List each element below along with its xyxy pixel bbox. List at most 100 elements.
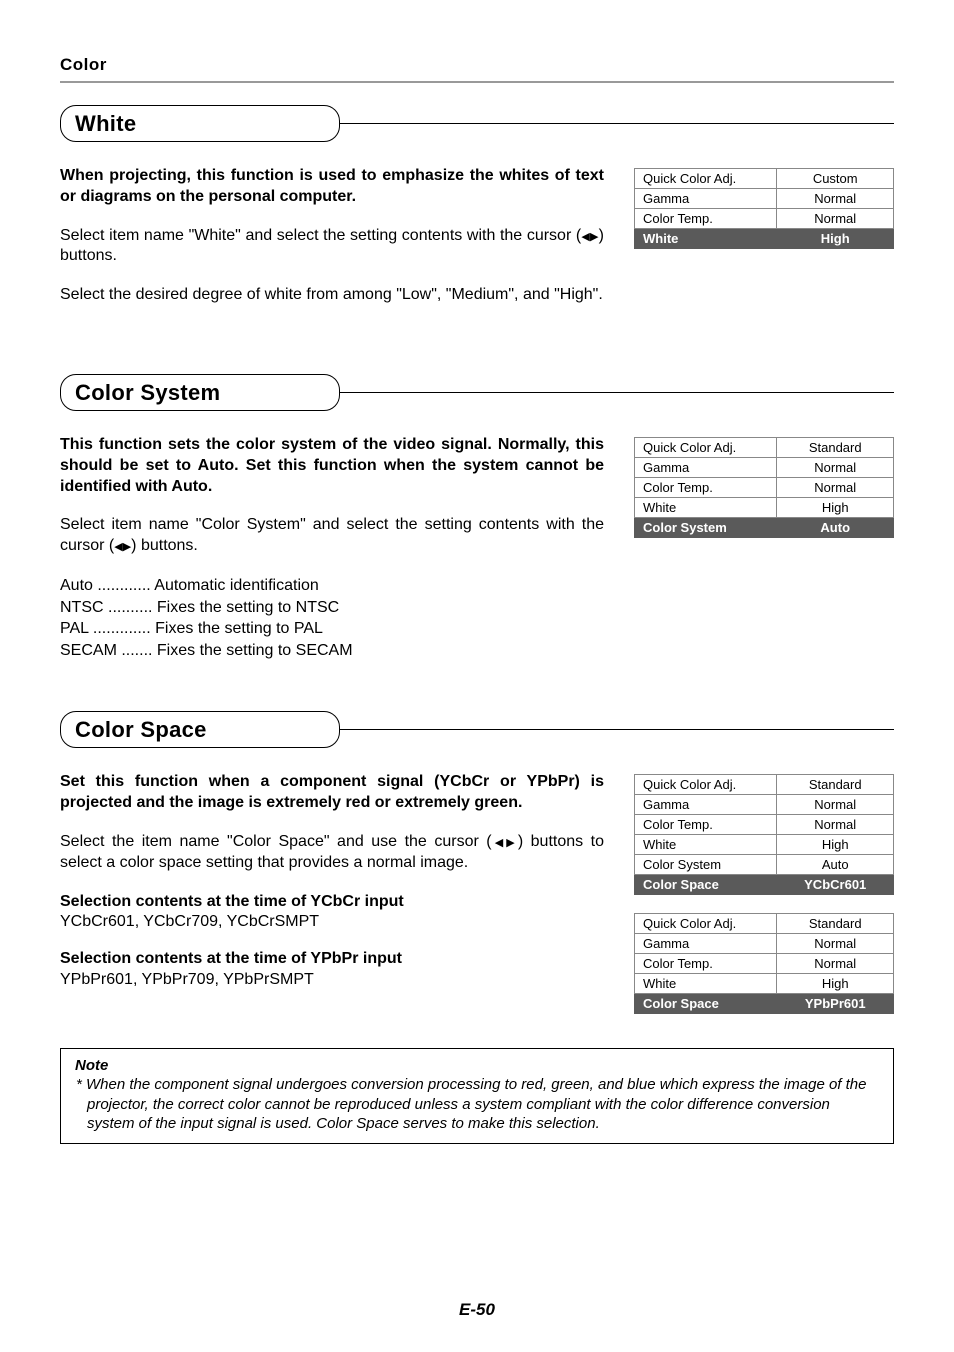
- colorspace-para1-a: Select the item name "Color Space" and u…: [60, 833, 492, 850]
- colorspace-sel2: Selection contents at the time of YPbPr …: [60, 949, 604, 991]
- menu-label: White: [635, 497, 777, 517]
- colorspace-sel1: Selection contents at the time of YCbCr …: [60, 892, 604, 934]
- menu-label: Quick Color Adj.: [635, 437, 777, 457]
- menu-value: Normal: [777, 954, 894, 974]
- menu-row: Color SpaceYCbCr601: [635, 875, 894, 895]
- sel2-body: YPbPr601, YPbPr709, YPbPrSMPT: [60, 971, 314, 988]
- menu-label: White: [635, 974, 777, 994]
- white-para1-a: Select item name "White" and select the …: [60, 227, 581, 244]
- menu-row: WhiteHigh: [635, 835, 894, 855]
- menu-value: Normal: [777, 795, 894, 815]
- menu-label: Color Temp.: [635, 477, 777, 497]
- subsection-colorspace-header: Color Space: [60, 711, 894, 748]
- menu-value: Standard: [777, 437, 894, 457]
- menu-label: Gamma: [635, 457, 777, 477]
- menu-value: Auto: [777, 855, 894, 875]
- menu-row: WhiteHigh: [635, 229, 894, 249]
- def-line: NTSC .......... Fixes the setting to NTS…: [60, 597, 604, 619]
- def-line: Auto ............ Automatic identificati…: [60, 575, 604, 597]
- colorsystem-defs: Auto ............ Automatic identificati…: [60, 575, 604, 661]
- note-title: Note: [75, 1057, 879, 1074]
- menu-label: Color System: [635, 855, 777, 875]
- menu-label: Color Space: [635, 994, 777, 1014]
- menu-value: Normal: [777, 815, 894, 835]
- menu-value: Standard: [777, 914, 894, 934]
- sel1-title: Selection contents at the time of YCbCr …: [60, 893, 404, 910]
- menu-row: Quick Color Adj.Standard: [635, 775, 894, 795]
- menu-label: Quick Color Adj.: [635, 775, 777, 795]
- menu-value: High: [777, 974, 894, 994]
- heading-rule: [339, 392, 894, 393]
- colorsystem-para1-b: ) buttons.: [131, 537, 198, 554]
- colorspace-intro: Set this function when a component signa…: [60, 772, 604, 814]
- menu-row: Color Temp.Normal: [635, 477, 894, 497]
- menu-value: Normal: [777, 457, 894, 477]
- note-box: Note * When the component signal undergo…: [60, 1048, 894, 1144]
- cursor-left-icon: [581, 227, 590, 244]
- colorsystem-heading: Color System: [60, 374, 340, 411]
- cursor-right-icon: [123, 537, 131, 554]
- menu-row: GammaNormal: [635, 457, 894, 477]
- menu-label: Color Temp.: [635, 209, 777, 229]
- colorspace-content: Set this function when a component signa…: [60, 772, 894, 1032]
- heading-rule: [339, 123, 894, 124]
- menu-row: WhiteHigh: [635, 974, 894, 994]
- menu-label: Gamma: [635, 934, 777, 954]
- def-line: PAL ............. Fixes the setting to P…: [60, 618, 604, 640]
- white-content: When projecting, this function is used t…: [60, 166, 894, 324]
- menu-row: GammaNormal: [635, 189, 894, 209]
- colorsystem-text: This function sets the color system of t…: [60, 435, 604, 661]
- colorsystem-menu: Quick Color Adj.StandardGammaNormalColor…: [634, 437, 894, 538]
- menu-label: Color System: [635, 517, 777, 537]
- cursor-right-icon: [506, 833, 518, 850]
- page-number: E-50: [0, 1300, 954, 1320]
- menu-row: Color Temp.Normal: [635, 954, 894, 974]
- menu-row: Color SystemAuto: [635, 517, 894, 537]
- menu-row: Color Temp.Normal: [635, 209, 894, 229]
- menu-label: Color Space: [635, 875, 777, 895]
- menu-label: Quick Color Adj.: [635, 914, 777, 934]
- menu-value: High: [777, 497, 894, 517]
- white-menu: Quick Color Adj.CustomGammaNormalColor T…: [634, 168, 894, 249]
- sel1-body: YCbCr601, YCbCr709, YCbCrSMPT: [60, 913, 319, 930]
- menu-value: Auto: [777, 517, 894, 537]
- menu-value: High: [777, 229, 894, 249]
- colorspace-text: Set this function when a component signa…: [60, 772, 604, 1032]
- menu-label: White: [635, 229, 777, 249]
- colorspace-para1: Select the item name "Color Space" and u…: [60, 832, 604, 874]
- menu-value: High: [777, 835, 894, 855]
- menu-value: Normal: [777, 189, 894, 209]
- menu-label: Color Temp.: [635, 815, 777, 835]
- menu-row: GammaNormal: [635, 934, 894, 954]
- menu-row: GammaNormal: [635, 795, 894, 815]
- white-text: When projecting, this function is used t…: [60, 166, 604, 324]
- white-para2: Select the desired degree of white from …: [60, 285, 604, 306]
- menu-value: Custom: [777, 169, 894, 189]
- colorspace-menu2: Quick Color Adj.StandardGammaNormalColor…: [634, 913, 894, 1014]
- menu-label: White: [635, 835, 777, 855]
- white-menu-wrap: Quick Color Adj.CustomGammaNormalColor T…: [634, 166, 894, 324]
- menu-row: Color SpaceYPbPr601: [635, 994, 894, 1014]
- menu-label: Color Temp.: [635, 954, 777, 974]
- heading-rule: [339, 729, 894, 730]
- menu-value: Normal: [777, 209, 894, 229]
- colorsystem-para1: Select item name "Color System" and sele…: [60, 515, 604, 557]
- menu-row: Color Temp.Normal: [635, 815, 894, 835]
- colorsystem-intro: This function sets the color system of t…: [60, 435, 604, 497]
- menu-label: Gamma: [635, 795, 777, 815]
- def-line: SECAM ....... Fixes the setting to SECAM: [60, 640, 604, 662]
- menu-value: Normal: [777, 477, 894, 497]
- cursor-left-icon: [114, 537, 122, 554]
- colorsystem-menu-wrap: Quick Color Adj.StandardGammaNormalColor…: [634, 435, 894, 661]
- menu-label: Quick Color Adj.: [635, 169, 777, 189]
- white-para1: Select item name "White" and select the …: [60, 226, 604, 268]
- page-section-title: Color: [60, 55, 894, 75]
- menu-row: Quick Color Adj.Custom: [635, 169, 894, 189]
- white-intro: When projecting, this function is used t…: [60, 166, 604, 208]
- colorspace-menu-wrap: Quick Color Adj.StandardGammaNormalColor…: [634, 772, 894, 1032]
- note-body: * When the component signal undergoes co…: [75, 1075, 879, 1133]
- subsection-colorsystem-header: Color System: [60, 374, 894, 411]
- colorsystem-content: This function sets the color system of t…: [60, 435, 894, 661]
- subsection-white-header: White: [60, 105, 894, 142]
- menu-row: Quick Color Adj.Standard: [635, 914, 894, 934]
